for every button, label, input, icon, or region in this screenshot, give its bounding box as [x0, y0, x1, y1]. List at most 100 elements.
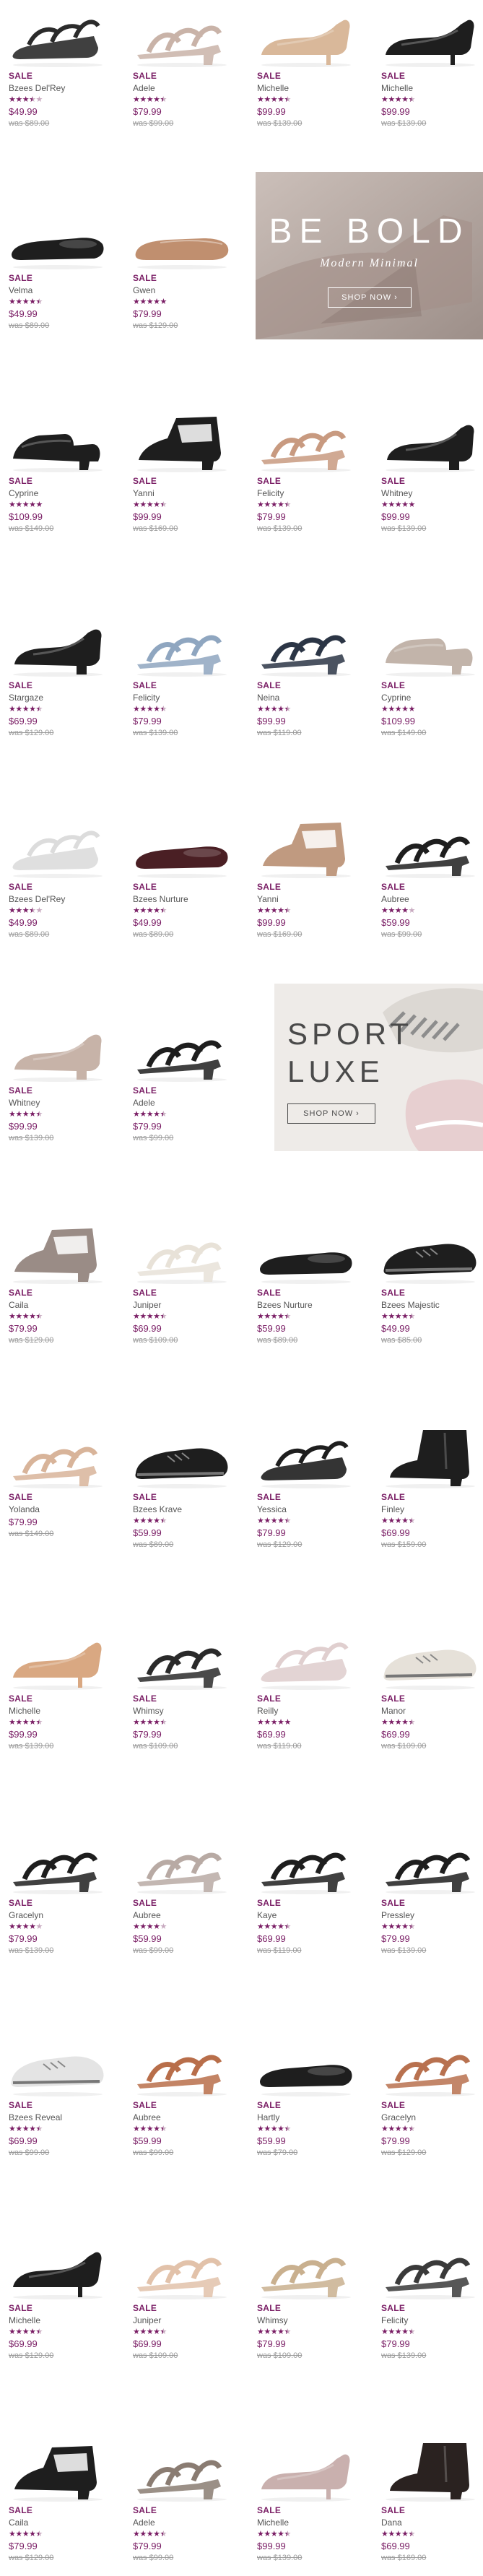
- product-card[interactable]: SALE Aubree $59.99 was $99.00 ★★★★★: [380, 815, 483, 939]
- product-card[interactable]: SALE Felicity $79.99 was $139.00 ★★★★★★: [380, 2237, 483, 2360]
- product-image[interactable]: [131, 815, 235, 879]
- product-name[interactable]: Yessica: [257, 1504, 287, 1514]
- product-name[interactable]: Aubree: [133, 2112, 161, 2122]
- product-card[interactable]: SALE Bzees Reveal $69.99 was $99.00 ★★★★★★: [7, 2034, 110, 2157]
- product-image[interactable]: [256, 1627, 359, 1691]
- product-name[interactable]: Kaye: [257, 1910, 277, 1920]
- product-card[interactable]: SALE Dana $69.99 was $169.00 ★★★★★★: [380, 2439, 483, 2562]
- product-name[interactable]: Gracelyn: [381, 2112, 416, 2122]
- product-image[interactable]: [256, 815, 359, 879]
- product-card[interactable]: SALE Michelle $99.99 was $139.00 ★★★★★★: [256, 4, 359, 128]
- shop-now-button[interactable]: SHOP NOW ›: [328, 287, 412, 308]
- product-image[interactable]: [380, 815, 483, 879]
- product-card[interactable]: SALE Yanni $99.99 was $169.00 ★★★★★★: [256, 815, 359, 939]
- product-image[interactable]: [7, 1831, 110, 1895]
- product-image[interactable]: [131, 1627, 235, 1691]
- product-name[interactable]: Pressley: [381, 1910, 414, 1920]
- product-card[interactable]: SALE Velma $49.99 was $89.00 ★★★★★★: [7, 207, 110, 330]
- product-name[interactable]: Bzees Krave: [133, 1504, 182, 1514]
- product-card[interactable]: SALE Whimsy $79.99 was $109.00 ★★★★★★: [131, 1627, 235, 1751]
- product-image[interactable]: [380, 4, 483, 68]
- product-card[interactable]: SALE Yolanda $79.99 was $149.00: [7, 1426, 110, 1538]
- product-name[interactable]: Adele: [133, 1098, 155, 1108]
- product-image[interactable]: [380, 614, 483, 677]
- product-image[interactable]: [7, 1221, 110, 1285]
- product-name[interactable]: Yolanda: [9, 1504, 40, 1514]
- product-name[interactable]: Bzees Nurture: [133, 894, 188, 904]
- product-name[interactable]: Whitney: [9, 1098, 40, 1108]
- product-image[interactable]: [7, 1019, 110, 1083]
- product-card[interactable]: SALE Whitney $99.99 was $139.00 ★★★★★: [380, 409, 483, 533]
- product-card[interactable]: SALE Adele $79.99 was $99.00 ★★★★★★: [131, 4, 235, 128]
- product-image[interactable]: [131, 2439, 235, 2502]
- product-image[interactable]: [256, 4, 359, 68]
- product-image[interactable]: [131, 207, 235, 270]
- product-name[interactable]: Bzees Del'Rey: [9, 83, 65, 93]
- product-name[interactable]: Felicity: [257, 488, 284, 498]
- product-image[interactable]: [380, 1627, 483, 1691]
- product-card[interactable]: SALE Aubree $59.99 was $99.00 ★★★★★★: [131, 2034, 235, 2157]
- promo-banner-be-bold[interactable]: BE BOLD Modern Minimal SHOP NOW ›: [256, 172, 483, 339]
- product-image[interactable]: [7, 207, 110, 270]
- product-image[interactable]: [256, 2034, 359, 2097]
- product-name[interactable]: Reilly: [257, 1706, 278, 1716]
- product-name[interactable]: Stargaze: [9, 693, 43, 703]
- product-card[interactable]: SALE Gracelyn $79.99 was $139.00 ★★★★★: [7, 1831, 110, 1955]
- product-card[interactable]: SALE Reilly $69.99 was $119.00 ★★★★★: [256, 1627, 359, 1751]
- product-name[interactable]: Juniper: [133, 2315, 161, 2325]
- product-image[interactable]: [131, 2237, 235, 2300]
- product-name[interactable]: Neina: [257, 693, 279, 703]
- product-image[interactable]: [131, 4, 235, 68]
- product-image[interactable]: [131, 1221, 235, 1285]
- product-name[interactable]: Michelle: [9, 2315, 40, 2325]
- shop-now-button[interactable]: SHOP NOW ›: [287, 1103, 375, 1124]
- product-image[interactable]: [131, 2034, 235, 2097]
- product-image[interactable]: [256, 1831, 359, 1895]
- product-card[interactable]: SALE Bzees Del'Rey $49.99 was $89.00 ★★★★★★: [7, 815, 110, 939]
- product-card[interactable]: SALE Bzees Majestic $49.99 was $85.00 ★★★★★★: [380, 1221, 483, 1345]
- product-image[interactable]: [380, 2439, 483, 2502]
- product-image[interactable]: [7, 1627, 110, 1691]
- product-image[interactable]: [131, 1019, 235, 1083]
- product-name[interactable]: Cyprine: [381, 693, 411, 703]
- product-name[interactable]: Michelle: [257, 2518, 289, 2528]
- product-image[interactable]: [7, 409, 110, 473]
- product-card[interactable]: SALE Whimsy $79.99 was $109.00 ★★★★★★: [256, 2237, 359, 2360]
- product-card[interactable]: SALE Bzees Krave $59.99 was $89.00 ★★★★★★: [131, 1426, 235, 1549]
- product-name[interactable]: Gwen: [133, 285, 155, 295]
- product-name[interactable]: Felicity: [133, 693, 160, 703]
- product-image[interactable]: [256, 2439, 359, 2502]
- product-image[interactable]: [380, 409, 483, 473]
- product-name[interactable]: Whitney: [381, 488, 412, 498]
- product-card[interactable]: SALE Stargaze $69.99 was $129.00 ★★★★★★: [7, 614, 110, 737]
- product-image[interactable]: [380, 1831, 483, 1895]
- product-card[interactable]: SALE Felicity $79.99 was $139.00 ★★★★★★: [256, 409, 359, 533]
- product-name[interactable]: Michelle: [9, 1706, 40, 1716]
- product-image[interactable]: [7, 2034, 110, 2097]
- product-card[interactable]: SALE Juniper $69.99 was $109.00 ★★★★★★: [131, 1221, 235, 1345]
- product-card[interactable]: SALE Cyprine $109.99 was $149.00 ★★★★★: [7, 409, 110, 533]
- product-name[interactable]: Caila: [9, 2518, 28, 2528]
- product-card[interactable]: SALE Michelle $99.99 was $139.00 ★★★★★★: [256, 2439, 359, 2562]
- product-card[interactable]: SALE Juniper $69.99 was $109.00 ★★★★★★: [131, 2237, 235, 2360]
- product-card[interactable]: SALE Neina $99.99 was $119.00 ★★★★★★: [256, 614, 359, 737]
- product-card[interactable]: SALE Adele $79.99 was $99.00 ★★★★★★: [131, 2439, 235, 2562]
- product-name[interactable]: Adele: [133, 83, 155, 93]
- product-image[interactable]: [7, 2439, 110, 2502]
- product-image[interactable]: [256, 1426, 359, 1489]
- product-image[interactable]: [380, 2237, 483, 2300]
- product-image[interactable]: [131, 614, 235, 677]
- product-card[interactable]: SALE Gracelyn $79.99 was $129.00 ★★★★★★: [380, 2034, 483, 2157]
- product-image[interactable]: [7, 1426, 110, 1489]
- product-card[interactable]: SALE Manor $69.99 was $109.00 ★★★★★★: [380, 1627, 483, 1751]
- product-name[interactable]: Yanni: [257, 894, 279, 904]
- product-name[interactable]: Adele: [133, 2518, 155, 2528]
- product-name[interactable]: Felicity: [381, 2315, 408, 2325]
- product-image[interactable]: [380, 1221, 483, 1285]
- product-name[interactable]: Cyprine: [9, 488, 38, 498]
- product-card[interactable]: SALE Felicity $79.99 was $139.00 ★★★★★★: [131, 614, 235, 737]
- product-card[interactable]: SALE Bzees Nurture $49.99 was $89.00 ★★★★★★: [131, 815, 235, 939]
- product-image[interactable]: [131, 1831, 235, 1895]
- product-card[interactable]: SALE Gwen $79.99 was $129.00 ★★★★★: [131, 207, 235, 330]
- product-image[interactable]: [7, 4, 110, 68]
